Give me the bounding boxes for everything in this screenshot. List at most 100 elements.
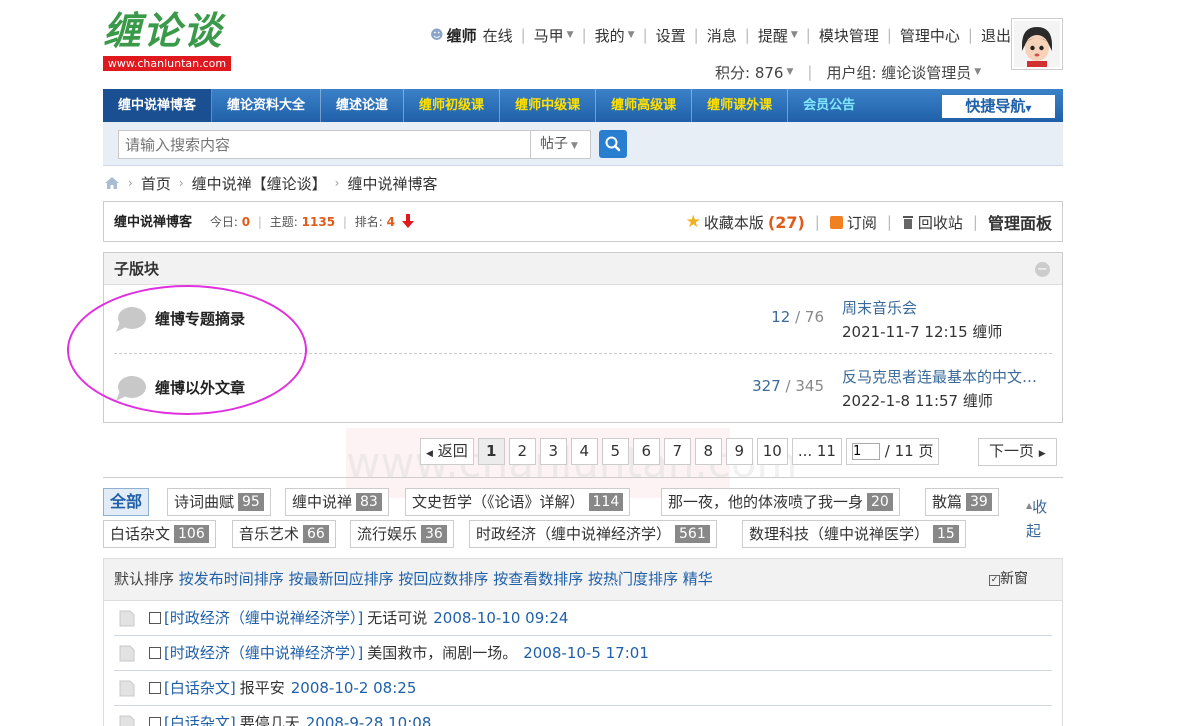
- category-tab[interactable]: 那一夜，他的体液喷了我一身 20: [661, 488, 900, 516]
- admin-center-link[interactable]: 管理中心: [900, 25, 960, 46]
- last-post-title[interactable]: 周末音乐会: [842, 296, 1054, 320]
- username-link[interactable]: 缠师: [447, 25, 477, 46]
- thread-checkbox[interactable]: [149, 612, 161, 624]
- recycle-link[interactable]: 回收站: [902, 212, 963, 233]
- chevron-right-icon: ▶: [1038, 449, 1046, 459]
- category-label: 时政经济（缠中说禅经济学）: [476, 525, 672, 543]
- sort-default[interactable]: 默认排序: [114, 570, 174, 588]
- breadcrumb-board[interactable]: 缠中说禅博客: [347, 173, 437, 194]
- collapse-icon[interactable]: −: [1035, 262, 1050, 277]
- favorite-link[interactable]: ★ 收藏本版 (27): [686, 212, 805, 233]
- category-tab[interactable]: 缠中说禅 83: [285, 488, 389, 516]
- nav-item-discussion[interactable]: 缠述论道: [321, 89, 405, 122]
- thread-category[interactable]: [时政经济（缠中说禅经济学）]: [164, 609, 363, 627]
- vest-link[interactable]: 马甲: [534, 25, 564, 46]
- category-tab[interactable]: 白话杂文 106: [103, 520, 216, 548]
- sort-by-view-count[interactable]: 按查看数排序: [493, 570, 583, 588]
- user-group-link[interactable]: 用户组: 缠论谈管理员: [826, 62, 971, 83]
- thread-checkbox[interactable]: [149, 682, 161, 694]
- nav-item-beginner[interactable]: 缠师初级课: [404, 89, 501, 122]
- sort-bar: 默认排序 按发布时间排序 按最新回应排序 按回应数排序 按查看数排序 按热门度排…: [103, 558, 1063, 601]
- breadcrumb-forum[interactable]: 缠中说禅【缠论谈】: [192, 173, 327, 194]
- page-button[interactable]: 4: [570, 438, 598, 465]
- subscribe-link[interactable]: 订阅: [829, 212, 877, 233]
- sort-by-reply-count[interactable]: 按回应数排序: [398, 570, 488, 588]
- document-icon: [119, 715, 135, 726]
- search-input[interactable]: [118, 130, 531, 159]
- thread-checkbox[interactable]: [149, 647, 161, 659]
- thread-date: 2008-9-28 10:08: [305, 714, 432, 726]
- subforum-last-post: 反马克思者连最基本的中文… 2022-1-8 11:57 缠师: [842, 365, 1054, 413]
- divider: [103, 477, 1063, 478]
- breadcrumb-separator: ›: [334, 176, 340, 190]
- thread-checkbox[interactable]: [149, 717, 161, 726]
- points-link[interactable]: 积分: 876: [715, 62, 783, 83]
- thread-title[interactable]: 报平安: [240, 679, 285, 697]
- nav-item-extracurricular[interactable]: 缠师课外课: [692, 89, 789, 122]
- forum-name[interactable]: 缠中说禅博客: [114, 215, 192, 230]
- nav-item-announcements[interactable]: 会员公告: [788, 89, 870, 122]
- category-tab[interactable]: 散篇 39: [925, 488, 999, 516]
- page-button[interactable]: 3: [539, 438, 567, 465]
- sort-by-popularity[interactable]: 按热门度排序: [588, 570, 678, 588]
- thread-title[interactable]: 美国救市，闹剧一场。: [367, 644, 517, 662]
- sort-by-post-time[interactable]: 按发布时间排序: [179, 570, 284, 588]
- collapse-categories-link[interactable]: ▲收起: [1026, 494, 1056, 543]
- admin-panel-link[interactable]: 管理面板: [988, 210, 1052, 234]
- category-tab[interactable]: 诗词曲赋 95: [167, 488, 271, 516]
- site-logo[interactable]: 缠论谈 www.chanluntan.com: [103, 8, 233, 73]
- thread-category[interactable]: [时政经济（缠中说禅经济学）]: [164, 644, 363, 662]
- breadcrumb-separator: ›: [128, 176, 133, 190]
- category-tab[interactable]: 流行娱乐 36: [350, 520, 454, 548]
- category-tab[interactable]: 音乐艺术 66: [232, 520, 336, 548]
- back-button[interactable]: ◀ 返回: [420, 438, 474, 465]
- module-admin-link[interactable]: 模块管理: [819, 25, 879, 46]
- logo-url: www.chanluntan.com: [103, 56, 231, 71]
- page-button[interactable]: 7: [663, 438, 691, 465]
- category-count: 106: [174, 525, 209, 543]
- thread-date: 2008-10-2 08:25: [290, 679, 417, 697]
- last-post-title[interactable]: 反马克思者连最基本的中文…: [842, 365, 1054, 389]
- thread-category[interactable]: [白话杂文]: [164, 679, 236, 697]
- thread-category[interactable]: [白话杂文]: [164, 714, 236, 726]
- star-icon: ★: [685, 212, 701, 232]
- page-button[interactable]: 10: [756, 438, 788, 465]
- my-link[interactable]: 我的: [595, 25, 625, 46]
- last-post-meta: 2021-11-7 12:15 缠师: [842, 323, 1003, 341]
- notifications-link[interactable]: 提醒: [758, 25, 788, 46]
- last-page-button[interactable]: ... 11: [791, 438, 842, 465]
- page-button[interactable]: 5: [601, 438, 629, 465]
- quick-nav-button[interactable]: 快捷导航▼: [942, 95, 1055, 118]
- category-tab-all[interactable]: 全部: [103, 488, 150, 516]
- page-jump-input[interactable]: [851, 443, 880, 460]
- home-icon[interactable]: [104, 176, 120, 190]
- page-button[interactable]: 1: [477, 438, 505, 465]
- next-page-button[interactable]: 下一页 ▶: [978, 438, 1057, 466]
- nav-item-advanced[interactable]: 缠师高级课: [596, 89, 693, 122]
- avatar[interactable]: [1011, 18, 1063, 70]
- chevron-down-icon: ▼: [790, 30, 798, 40]
- new-window-toggle[interactable]: ✓ 新窗: [989, 568, 1028, 588]
- category-tab[interactable]: 时政经济（缠中说禅经济学） 561: [469, 520, 717, 548]
- category-tab[interactable]: 数理科技（缠中说禅医学） 15: [742, 520, 966, 548]
- breadcrumb-home[interactable]: 首页: [141, 173, 171, 194]
- search-type-select[interactable]: 帖子 ▼: [530, 130, 591, 159]
- settings-link[interactable]: 设置: [656, 25, 686, 46]
- sort-by-latest-reply[interactable]: 按最新回应排序: [289, 570, 394, 588]
- nav-item-materials[interactable]: 缠论资料大全: [212, 89, 322, 122]
- nav-item-intermediate[interactable]: 缠师中级课: [500, 89, 597, 122]
- page-button[interactable]: 2: [508, 438, 536, 465]
- messages-link[interactable]: 消息: [707, 25, 737, 46]
- page-button[interactable]: 9: [725, 438, 753, 465]
- category-tab[interactable]: 文史哲学（《论语》详解） 114: [405, 488, 631, 516]
- filter-digest[interactable]: 精华: [683, 570, 713, 588]
- nav-item-blog[interactable]: 缠中说禅博客: [103, 89, 213, 122]
- search-button[interactable]: [599, 130, 627, 158]
- search-icon: [605, 136, 621, 152]
- page-button[interactable]: 6: [632, 438, 660, 465]
- logout-link[interactable]: 退出: [981, 25, 1011, 46]
- new-window-label: 新窗: [1000, 571, 1028, 587]
- thread-title[interactable]: 无话可说: [367, 609, 427, 627]
- page-button[interactable]: 8: [694, 438, 722, 465]
- thread-title[interactable]: 要停几天: [240, 714, 300, 726]
